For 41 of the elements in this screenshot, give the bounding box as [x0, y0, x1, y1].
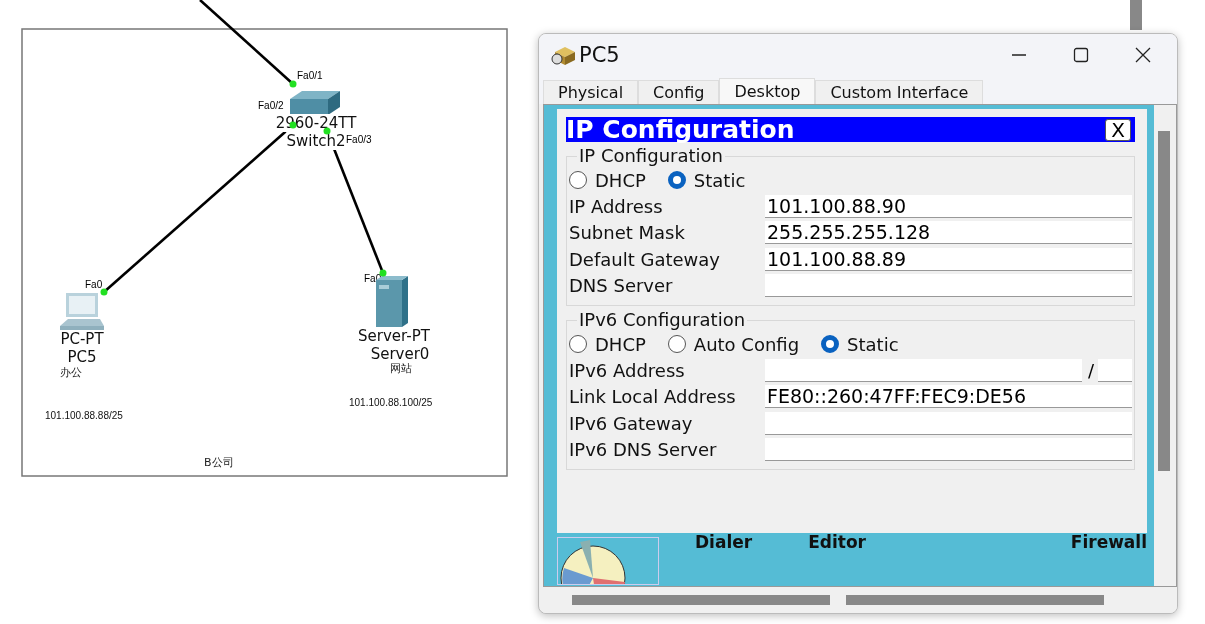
radio-option[interactable]: DHCP — [569, 169, 646, 191]
radio-option[interactable]: DHCP — [569, 333, 646, 355]
address-label: 101.100.88.100/25 — [349, 396, 433, 409]
field-label: IPv6 Gateway — [569, 412, 694, 434]
radio-option[interactable]: Static — [667, 169, 746, 191]
separator-label: / — [1087, 359, 1094, 381]
field-label: IPv6 DNS Server — [569, 439, 718, 461]
app-label[interactable]: Dialer — [695, 533, 753, 551]
app-label[interactable]: Editor — [808, 533, 866, 551]
tab[interactable]: Desktop — [719, 78, 816, 104]
input-field[interactable]: 101.100.88.90 — [765, 194, 1132, 218]
input-field[interactable]: FE80::260:47FF:FEC9:DE56 — [765, 385, 1132, 409]
group-title: IP Configuration — [577, 145, 725, 167]
field-label: Link Local Address — [569, 386, 737, 408]
tab[interactable]: Config — [638, 80, 720, 104]
field-label: Default Gateway — [569, 248, 721, 270]
input-field[interactable]: 255.255.255.128 — [765, 221, 1132, 245]
window-title: PC5 — [579, 43, 620, 67]
field-label: DNS Server — [569, 275, 674, 297]
device-name: Switch2 — [286, 132, 346, 150]
panel-title: IP Configuration — [566, 117, 795, 142]
field-label: IPv6 Address — [569, 359, 686, 381]
group-title: IPv6 Configuration — [577, 309, 748, 331]
port-label: Fa0/3 — [346, 134, 372, 146]
tab[interactable]: Custom Interface — [815, 80, 984, 104]
address-label: 101.100.88.88/25 — [45, 409, 123, 422]
tab[interactable]: Physical — [543, 80, 639, 104]
area-label: B公司 — [204, 456, 234, 469]
input-field[interactable]: 101.100.88.89 — [765, 247, 1132, 271]
port-label: Fa0/1 — [297, 70, 323, 82]
device-note: 网站 — [390, 362, 412, 375]
close-button[interactable]: X — [1105, 118, 1131, 141]
device-note: 办公 — [60, 366, 82, 379]
port-label: Fa0 — [85, 279, 103, 291]
radio-option[interactable]: Auto Config — [667, 333, 800, 355]
field-label: Subnet Mask — [569, 222, 686, 244]
port-label: Fa0/2 — [258, 100, 284, 112]
radio-option[interactable]: Static — [821, 333, 899, 355]
field-label: IP Address — [569, 195, 664, 217]
device-model: 2960-24TT — [275, 114, 357, 132]
app-label[interactable]: Firewall — [1070, 533, 1147, 551]
